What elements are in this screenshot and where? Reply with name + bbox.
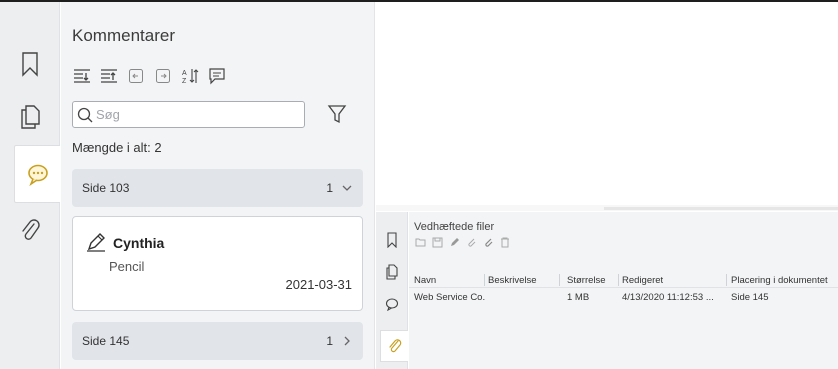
comments-icon bbox=[385, 298, 399, 311]
group-label: Side 145 bbox=[82, 334, 130, 348]
open-attachment-button[interactable] bbox=[414, 236, 426, 248]
total-count: Mængde i alt: 2 bbox=[72, 140, 162, 155]
comments-icon bbox=[27, 164, 48, 186]
horizontal-scrollbar[interactable] bbox=[376, 205, 838, 211]
save-attachment-button[interactable] bbox=[431, 236, 443, 248]
column-name[interactable]: Navn bbox=[414, 275, 436, 286]
tab-comments[interactable] bbox=[14, 145, 60, 203]
paperclip-add-icon bbox=[467, 238, 475, 247]
comment-date: 2021-03-31 bbox=[285, 277, 353, 292]
cell-size: 1 MB bbox=[567, 292, 590, 303]
svg-text:A: A bbox=[182, 70, 187, 77]
expand-all-button[interactable] bbox=[71, 65, 93, 87]
pages-icon bbox=[386, 264, 398, 280]
edit-icon bbox=[450, 237, 459, 246]
svg-text:Z: Z bbox=[182, 78, 187, 85]
scrollbar-thumb[interactable] bbox=[604, 207, 838, 210]
column-divider[interactable] bbox=[559, 274, 560, 286]
document-view[interactable] bbox=[376, 2, 838, 208]
edit-attachment-button[interactable] bbox=[448, 236, 460, 248]
save-icon bbox=[432, 237, 442, 247]
tab-attachments-small[interactable] bbox=[380, 330, 408, 362]
column-divider[interactable] bbox=[618, 274, 619, 286]
comments-panel: Kommentarer AZ Mængde i alt: 2 Side 103 … bbox=[61, 2, 375, 369]
collapse-all-icon bbox=[101, 69, 117, 83]
comment-bubble-icon bbox=[209, 68, 225, 85]
comment-type: Pencil bbox=[109, 259, 145, 274]
filter-button[interactable] bbox=[326, 103, 348, 125]
sort-button[interactable]: AZ bbox=[179, 65, 201, 87]
pages-icon bbox=[21, 105, 40, 129]
comment-card[interactable]: Cynthia Pencil 2021-03-31 bbox=[72, 216, 363, 311]
pencil-icon bbox=[87, 233, 105, 252]
previous-button[interactable] bbox=[125, 65, 147, 87]
chevron-right-icon bbox=[344, 336, 350, 346]
comment-author: Cynthia bbox=[113, 235, 165, 251]
collapse-all-button[interactable] bbox=[98, 65, 120, 87]
tab-bookmarks-small[interactable] bbox=[376, 224, 408, 256]
attachments-rail bbox=[376, 212, 408, 369]
group-row-side-103[interactable]: Side 103 1 bbox=[72, 169, 363, 207]
arrow-left-icon bbox=[129, 69, 143, 83]
tab-bookmarks[interactable] bbox=[0, 35, 60, 93]
add-attachment-button[interactable] bbox=[465, 236, 477, 248]
search-field[interactable] bbox=[72, 101, 305, 128]
table-row[interactable]: Web Service Co... 1 MB 4/13/2020 11:12:5… bbox=[409, 289, 838, 303]
panel-title: Kommentarer bbox=[72, 26, 175, 45]
expand-all-icon bbox=[74, 69, 90, 83]
add-comment-button[interactable] bbox=[206, 65, 228, 87]
filter-icon bbox=[327, 105, 347, 124]
next-button[interactable] bbox=[152, 65, 174, 87]
attachments-toolbar bbox=[414, 236, 511, 248]
side-rail bbox=[0, 2, 60, 369]
bookmark-icon bbox=[387, 232, 397, 248]
search-input[interactable] bbox=[96, 107, 296, 122]
attach-file-button[interactable] bbox=[482, 236, 494, 248]
attachment-icon bbox=[22, 219, 40, 240]
attachments-table-header: Navn Beskrivelse Størrelse Redigeret Pla… bbox=[409, 272, 838, 288]
cell-name: Web Service Co... bbox=[414, 292, 486, 303]
sort-icon: AZ bbox=[182, 69, 199, 85]
search-icon bbox=[77, 107, 93, 122]
folder-icon bbox=[415, 238, 425, 247]
bookmark-icon bbox=[22, 52, 38, 77]
column-location[interactable]: Placering i dokumentet bbox=[731, 275, 836, 286]
group-count: 1 bbox=[326, 181, 333, 195]
paperclip-icon bbox=[484, 238, 492, 247]
column-divider[interactable] bbox=[484, 274, 485, 286]
attachment-icon bbox=[388, 339, 401, 353]
cell-modified: 4/13/2020 11:12:53 ... bbox=[622, 292, 714, 303]
group-count: 1 bbox=[326, 334, 333, 348]
attachments-title: Vedhæftede filer bbox=[414, 221, 495, 233]
column-size[interactable]: Størrelse bbox=[567, 275, 606, 286]
delete-attachment-button[interactable] bbox=[499, 236, 511, 248]
arrow-right-icon bbox=[156, 69, 170, 83]
tab-pages-small[interactable] bbox=[376, 256, 408, 288]
tab-attachments[interactable] bbox=[0, 202, 60, 260]
column-modified[interactable]: Redigeret bbox=[622, 275, 663, 286]
group-row-side-145[interactable]: Side 145 1 bbox=[72, 322, 363, 360]
column-description[interactable]: Beskrivelse bbox=[488, 275, 537, 286]
cell-location: Side 145 bbox=[731, 292, 769, 303]
chevron-down-icon bbox=[342, 185, 352, 191]
comments-toolbar: AZ bbox=[71, 65, 228, 87]
attachments-panel: Vedhæftede filer Navn Beskrivelse Større… bbox=[409, 212, 838, 369]
trash-icon bbox=[501, 237, 509, 247]
column-divider[interactable] bbox=[726, 274, 727, 286]
tab-pages[interactable] bbox=[0, 88, 60, 146]
tab-comments-small[interactable] bbox=[376, 288, 408, 320]
group-label: Side 103 bbox=[82, 181, 130, 195]
